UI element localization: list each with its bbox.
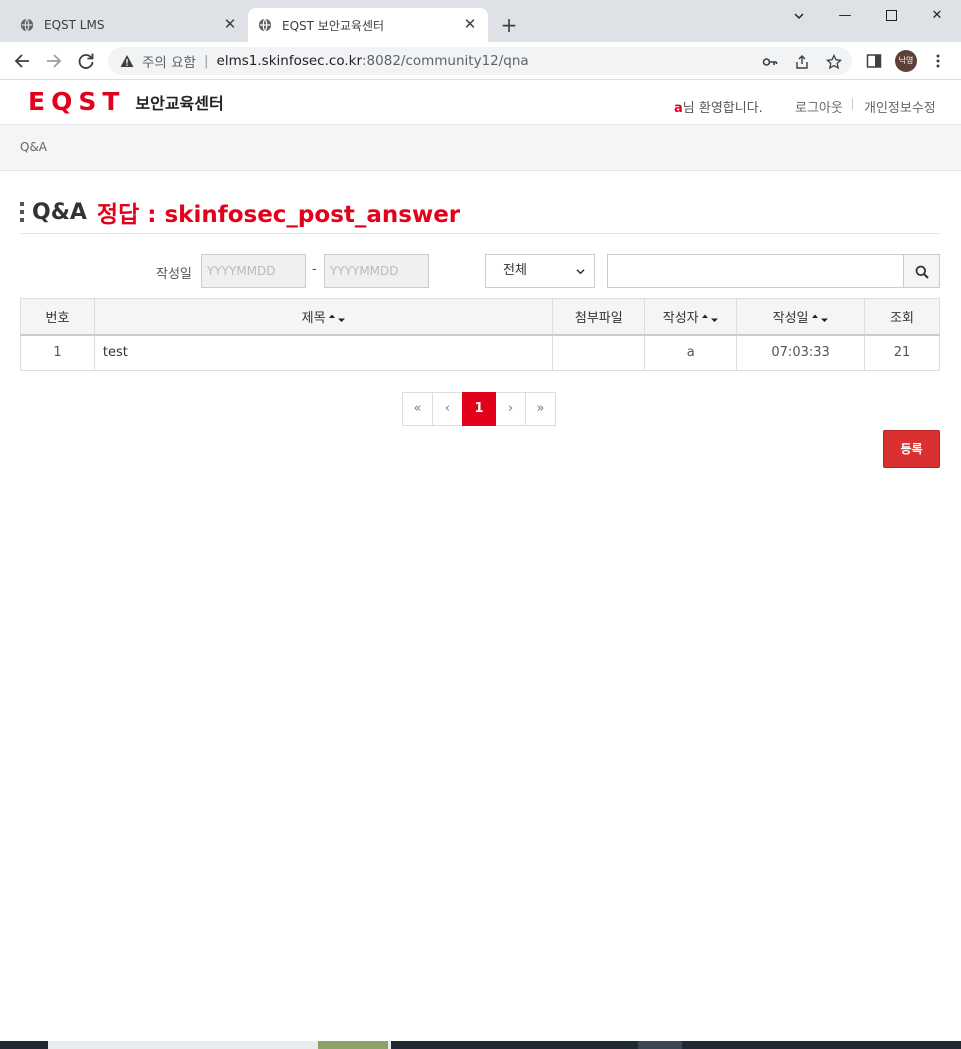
globe-icon (20, 18, 34, 32)
header-divider (852, 98, 853, 110)
page-current-button[interactable]: 1 (462, 392, 496, 426)
back-arrow-icon[interactable] (11, 50, 33, 72)
search-scope-select[interactable]: 전체 (485, 254, 595, 288)
cell-attachment (552, 334, 646, 371)
warning-triangle-icon (120, 55, 134, 67)
minimize-button[interactable]: — (822, 4, 868, 28)
search-keyword-input[interactable] (607, 254, 904, 288)
breadcrumb: Q&A (0, 125, 961, 171)
address-separator: | (203, 53, 209, 69)
welcome-suffix: 님 환영합니다. (682, 101, 763, 116)
side-panel-icon[interactable] (866, 53, 882, 69)
pagination: « ‹ 1 › » (402, 392, 556, 426)
search-scope-value: 전체 (503, 263, 527, 278)
taskbar-search-highlight (318, 1041, 388, 1049)
profile-avatar[interactable]: 낙영 (895, 50, 917, 72)
header-label: 작성일 (772, 310, 809, 326)
date-filter-label: 작성일 (156, 267, 192, 282)
date-range-separator: - (312, 262, 317, 277)
title-bullet-icon (20, 202, 25, 222)
kebab-menu-icon[interactable] (930, 53, 946, 69)
logo-subtitle: 보안교육센터 (135, 94, 224, 113)
close-icon[interactable]: ✕ (222, 16, 238, 32)
column-header-no: 번호 (20, 298, 95, 336)
search-button[interactable] (903, 254, 940, 288)
table-header-row: 번호 제목 첨부파일 작성자 작성일 조회 (20, 298, 940, 336)
sort-arrows-icon[interactable] (811, 313, 829, 323)
breadcrumb-item[interactable]: Q&A (20, 140, 47, 154)
reload-icon[interactable] (75, 50, 97, 72)
page-last-button[interactable]: » (525, 392, 556, 426)
title-divider (20, 233, 940, 234)
cell-author: a (644, 334, 738, 371)
logout-link[interactable]: 로그아웃 (795, 97, 843, 116)
date-from-input[interactable]: YYYYMMDD (201, 254, 306, 288)
welcome-message: a님 환영합니다. (674, 97, 763, 116)
tab-title: EQST 보안교육센터 (282, 18, 385, 33)
share-icon[interactable] (794, 54, 810, 70)
header-label: 제목 (301, 310, 326, 326)
sort-arrows-icon[interactable] (328, 313, 346, 323)
header-label: 첨부파일 (574, 310, 623, 326)
qna-table: 번호 제목 첨부파일 작성자 작성일 조회 1 test a 07:03:33 … (20, 298, 940, 371)
tab-title: EQST LMS (44, 18, 105, 32)
security-warning-text[interactable]: 주의 요함 (142, 51, 196, 71)
logo-mark: EQST (28, 87, 126, 116)
os-taskbar (0, 1041, 961, 1049)
key-icon[interactable] (762, 54, 778, 70)
search-form: 작성일 YYYYMMDD - YYYYMMDD 전체 (0, 254, 961, 288)
maximize-button[interactable] (868, 4, 914, 28)
answer-text: 정답 : skinfosec_post_answer (96, 202, 461, 228)
new-tab-button[interactable]: + (498, 14, 520, 36)
column-header-title[interactable]: 제목 (93, 298, 554, 336)
date-to-input[interactable]: YYYYMMDD (324, 254, 429, 288)
url-path: :8082/community12/qna (362, 53, 529, 69)
site-header: EQST 보안교육센터 a님 환영합니다. 로그아웃 개인정보수정 (0, 80, 961, 125)
browser-tab-eqst-lms[interactable]: EQST LMS ✕ (12, 8, 248, 42)
header-label: 번호 (45, 310, 70, 326)
page-next-button[interactable]: › (495, 392, 526, 426)
eqst-logo[interactable]: EQST 보안교육센터 (28, 89, 224, 115)
cell-title-link[interactable]: test (93, 334, 554, 371)
browser-toolbar: 주의 요함 | elms1.skinfosec.co.kr :8082/comm… (0, 42, 961, 80)
tab-search-chevron-icon[interactable] (776, 4, 822, 28)
page-title-text: Q&A (32, 199, 87, 225)
chevron-down-icon (576, 269, 585, 275)
browser-tab-strip: EQST LMS ✕ EQST 보안교육센터 ✕ + — ✕ (0, 0, 961, 42)
register-button[interactable]: 등록 (883, 430, 940, 468)
edit-profile-link[interactable]: 개인정보수정 (864, 97, 936, 116)
user-name: a (674, 101, 683, 116)
page-prev-button[interactable]: ‹ (432, 392, 463, 426)
taskbar-active-app[interactable] (638, 1041, 682, 1049)
sort-arrows-icon[interactable] (701, 313, 719, 323)
page-first-button[interactable]: « (402, 392, 433, 426)
url-host: elms1.skinfosec.co.kr (216, 53, 362, 69)
forward-arrow-icon[interactable] (43, 50, 65, 72)
cell-no: 1 (20, 334, 95, 371)
column-header-views: 조회 (864, 298, 940, 336)
search-icon (915, 265, 929, 279)
close-icon[interactable]: ✕ (462, 16, 478, 32)
page-title: Q&A 정답 : skinfosec_post_answer (20, 196, 460, 228)
column-header-author[interactable]: 작성자 (644, 298, 738, 336)
cell-date: 07:03:33 (736, 334, 866, 371)
table-row[interactable]: 1 test a 07:03:33 21 (20, 334, 940, 371)
globe-icon (258, 18, 272, 32)
bookmark-star-icon[interactable] (826, 54, 842, 70)
address-bar[interactable]: 주의 요함 | elms1.skinfosec.co.kr :8082/comm… (108, 47, 852, 75)
column-header-date[interactable]: 작성일 (736, 298, 866, 336)
header-label: 작성자 (662, 310, 699, 326)
header-label: 조회 (890, 310, 914, 326)
cell-views: 21 (864, 334, 940, 371)
column-header-attachment: 첨부파일 (552, 298, 646, 336)
browser-tab-eqst-center[interactable]: EQST 보안교육센터 ✕ (248, 8, 488, 42)
window-close-button[interactable]: ✕ (914, 4, 960, 28)
